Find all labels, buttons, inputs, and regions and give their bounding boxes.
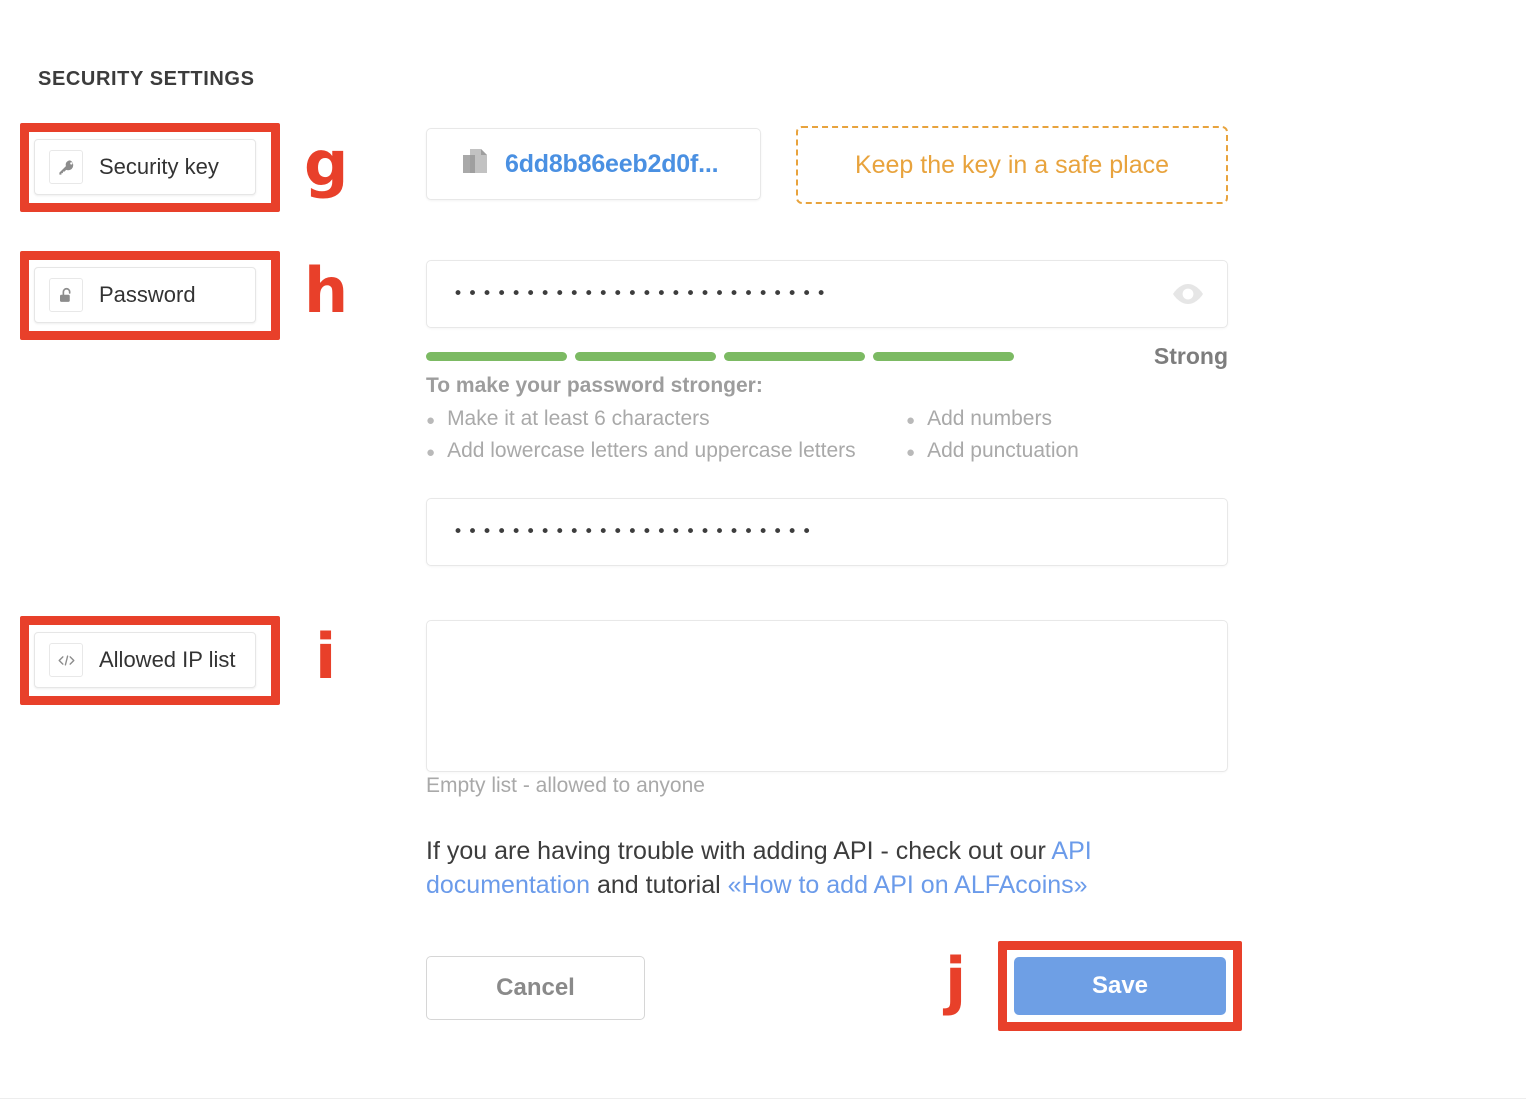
strength-bar [575,351,716,361]
keep-key-safe-text: Keep the key in a safe place [854,150,1170,179]
api-help-text: If you are having trouble with adding AP… [426,834,1186,902]
bullet-icon: ● [906,444,916,461]
keep-key-safe-notice: Keep the key in a safe place [796,126,1228,204]
strength-label: Strong [1153,342,1228,369]
hint-item: ● Add numbers [906,404,1226,436]
security-settings-page: SECURITY SETTINGS Security key Password … [0,0,1526,1110]
code-icon [49,643,83,677]
unlock-icon [49,278,83,312]
sidebar-item-security-key[interactable]: Security key [34,139,256,195]
password-field[interactable]: •••••••••••••••••••••••••• [426,260,1228,328]
confirm-password-field[interactable]: ••••••••••••••••••••••••• [426,498,1228,566]
annotation-letter-i: i [315,620,337,693]
password-hints: To make your password stronger: ● Make i… [426,374,1228,468]
password-strength-meter: Strong [426,341,1228,371]
eye-icon[interactable] [1171,283,1205,305]
hint-text: Make it at least 6 characters [447,407,710,430]
password-hints-right-column: ● Add numbers ● Add punctuation [906,404,1226,468]
sidebar-item-password[interactable]: Password [34,267,256,323]
save-button[interactable]: Save [1014,957,1226,1015]
bullet-icon: ● [906,412,916,429]
annotation-letter-g: g [304,127,349,200]
annotation-letter-j: j [945,944,967,1017]
api-help-text-before: If you are having trouble with adding AP… [426,837,1052,865]
annotation-letter-h: h [304,254,349,327]
api-help-text-middle: and tutorial [590,871,728,899]
strength-bar [724,351,865,361]
strength-bar [873,351,1014,361]
sidebar-item-label: Security key [99,154,219,179]
sidebar-item-label: Allowed IP list [99,647,236,672]
sidebar-item-allowed-ip-list[interactable]: Allowed IP list [34,632,256,688]
allowed-ip-list-textarea[interactable] [426,620,1228,772]
allowed-ip-list-hint: Empty list - allowed to anyone [426,774,705,797]
hint-item: ● Add punctuation [906,436,1226,468]
copy-icon[interactable] [463,149,489,179]
confirm-password-value: ••••••••••••••••••••••••• [453,522,817,542]
bullet-icon: ● [426,412,436,429]
strength-bars [426,351,1014,361]
hint-text: Add numbers [927,407,1052,430]
page-title: SECURITY SETTINGS [38,68,255,90]
security-key-value: 6dd8b86eeb2d0f... [505,149,719,178]
cancel-button[interactable]: Cancel [426,956,645,1020]
password-value: •••••••••••••••••••••••••• [453,284,831,304]
password-hints-left-column: ● Make it at least 6 characters ● Add lo… [426,404,906,468]
key-icon [49,150,83,184]
hint-item: ● Make it at least 6 characters [426,404,906,436]
bullet-icon: ● [426,444,436,461]
password-hints-title: To make your password stronger: [426,374,763,397]
strength-bar [426,351,567,361]
hint-text: Add lowercase letters and uppercase lett… [447,439,856,462]
bottom-divider [0,1098,1526,1099]
api-tutorial-link[interactable]: «How to add API on ALFAcoins» [728,871,1088,899]
sidebar-item-label: Password [99,282,196,307]
hint-text: Add punctuation [927,439,1079,462]
security-key-copy-field[interactable]: 6dd8b86eeb2d0f... [426,128,761,200]
hint-item: ● Add lowercase letters and uppercase le… [426,436,906,468]
